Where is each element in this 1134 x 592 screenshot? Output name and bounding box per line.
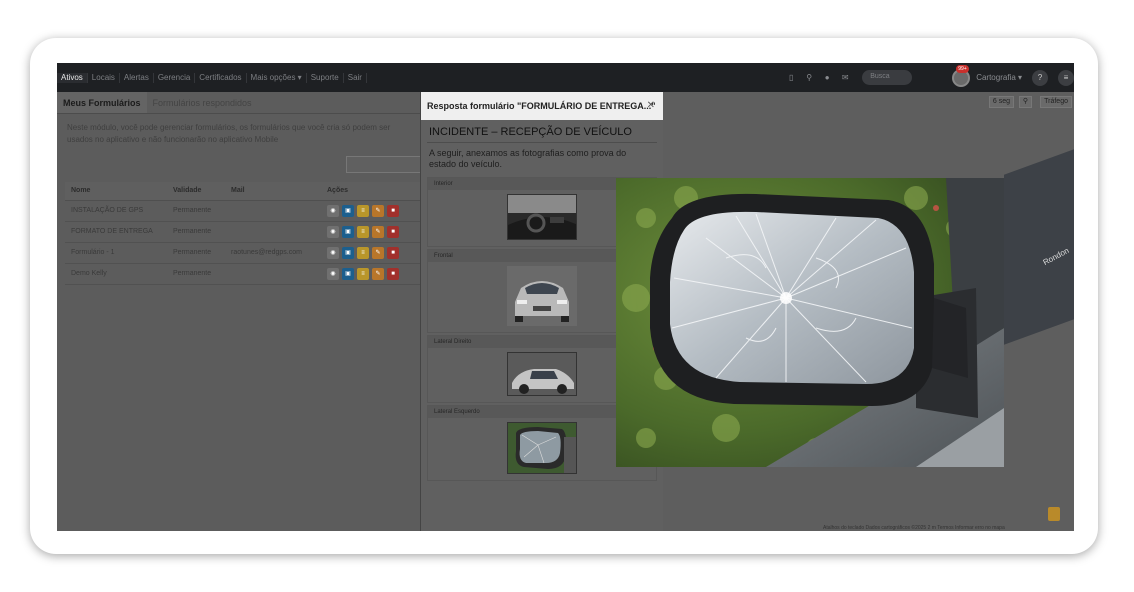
row-mail — [225, 200, 321, 222]
edit-button[interactable]: ✎ — [372, 225, 384, 238]
photo-frontal[interactable] — [507, 266, 577, 326]
close-icon[interactable]: ✕ — [647, 100, 655, 111]
row-name: Formulário - 1 — [65, 242, 167, 264]
table-row[interactable]: Demo Kelly Permanente ◉ ▣ ≡ ✎ ■ — [65, 263, 421, 285]
table-row[interactable]: FORMATO DE ENTREGA Permanente ◉ ▣ ≡ ✎ ■ — [65, 221, 421, 243]
enlarged-photo-broken-mirror[interactable] — [616, 178, 1004, 467]
copy-button[interactable]: ▣ — [342, 225, 354, 238]
avatar[interactable]: 99+ — [952, 64, 971, 87]
edit-button[interactable]: ✎ — [372, 204, 384, 217]
tabs: Meus Formulários Formulários respondidos — [57, 92, 421, 114]
row-name: INSTALAÇÃO DE GPS — [65, 200, 167, 222]
row-validity: Permanente — [167, 200, 225, 222]
row-mail — [225, 221, 321, 243]
lock-icon[interactable]: ● — [820, 73, 834, 82]
list-button[interactable]: ≡ — [357, 267, 369, 280]
search-input[interactable]: Busca — [862, 70, 913, 85]
row-actions: ◉ ▣ ≡ ✎ ■ — [327, 204, 421, 217]
view-button[interactable]: ◉ — [327, 267, 339, 280]
forms-panel: Meus Formulários Formulários respondidos… — [57, 92, 426, 531]
menu-icon[interactable]: ≡ — [1058, 69, 1074, 86]
photo-lateral-esquerdo[interactable] — [507, 422, 577, 474]
header-validade[interactable]: Validade — [167, 182, 225, 201]
map-footer: Atalhos do teclado Dados cartográficos ©… — [823, 525, 1005, 531]
tab-answered-forms[interactable]: Formulários respondidos — [147, 92, 258, 113]
search-icon[interactable]: ⚲ — [802, 73, 816, 82]
delete-button[interactable]: ■ — [387, 246, 399, 259]
photo-lateral-direito[interactable] — [507, 352, 577, 396]
row-name: FORMATO DE ENTREGA — [65, 221, 167, 243]
nav-sair[interactable]: Sair — [344, 72, 367, 83]
copy-button[interactable]: ▣ — [342, 204, 354, 217]
row-actions: ◉ ▣ ≡ ✎ ■ — [327, 246, 421, 259]
nav-alertas[interactable]: Alertas — [120, 72, 154, 83]
table-row[interactable]: INSTALAÇÃO DE GPS Permanente ◉ ▣ ≡ ✎ ■ — [65, 200, 421, 222]
top-nav-right: ▯ ⚲ ● ✉ Busca 99+ Cartografia ▾ ? ≡ — [782, 63, 1074, 92]
copy-button[interactable]: ▣ — [342, 267, 354, 280]
filter-input[interactable] — [346, 156, 426, 173]
header-acoes: Ações — [321, 182, 421, 201]
refresh-interval-button[interactable]: 6 seg — [988, 96, 1014, 108]
list-button[interactable]: ≡ — [357, 204, 369, 217]
copy-button[interactable]: ▣ — [342, 246, 354, 259]
tab-my-forms[interactable]: Meus Formulários — [57, 92, 147, 113]
table-row[interactable]: Formulário - 1 Permanente raotunes@redgp… — [65, 242, 421, 264]
view-button[interactable]: ◉ — [327, 246, 339, 259]
delete-button[interactable]: ■ — [387, 225, 399, 238]
header-nome[interactable]: Nome — [65, 182, 167, 201]
photo-interior[interactable] — [507, 194, 577, 240]
location-pin-icon[interactable]: ⚲ — [1018, 96, 1032, 108]
modal-title: Resposta formulário "FORMULÁRIO DE ENTRE… — [427, 101, 656, 111]
notification-badge: 99+ — [956, 64, 969, 73]
traffic-button[interactable]: Tráfego — [1040, 96, 1072, 108]
delete-button[interactable]: ■ — [387, 267, 399, 280]
module-description: Neste módulo, você pode gerenciar formul… — [67, 123, 391, 144]
edit-button[interactable]: ✎ — [372, 246, 384, 259]
top-nav: Ativos Locais Alertas Gerencia Certifica… — [57, 63, 1074, 92]
row-mail — [225, 263, 321, 285]
view-button[interactable]: ◉ — [327, 225, 339, 238]
nav-mais-opcoes[interactable]: Mais opções ▾ — [247, 72, 307, 83]
row-validity: Permanente — [167, 263, 225, 285]
edit-button[interactable]: ✎ — [372, 267, 384, 280]
header-mail[interactable]: Mail — [225, 182, 321, 201]
nav-gerencia[interactable]: Gerencia — [154, 72, 196, 83]
delete-button[interactable]: ■ — [387, 204, 399, 217]
nav-locais[interactable]: Locais — [88, 72, 120, 83]
nav-suporte[interactable]: Suporte — [307, 72, 344, 83]
cartography-menu[interactable]: Cartografia ▾ — [976, 73, 1022, 82]
modal-header: Resposta formulário "FORMULÁRIO DE ENTRE… — [421, 92, 663, 120]
forms-table: Nome Validade Mail Ações INSTALAÇÃO DE G… — [65, 182, 421, 285]
incident-title: INCIDENTE – RECEPÇÃO DE VEÍCULO — [427, 122, 657, 143]
row-actions: ◉ ▣ ≡ ✎ ■ — [327, 225, 421, 238]
row-name: Demo Kelly — [65, 263, 167, 285]
list-button[interactable]: ≡ — [357, 246, 369, 259]
mobile-icon[interactable]: ▯ — [784, 73, 798, 82]
row-mail: raotunes@redgps.com — [225, 242, 321, 264]
row-validity: Permanente — [167, 221, 225, 243]
row-actions: ◉ ▣ ≡ ✎ ■ — [327, 267, 421, 280]
view-button[interactable]: ◉ — [327, 204, 339, 217]
table-header-row: Nome Validade Mail Ações — [65, 182, 421, 201]
help-icon[interactable]: ? — [1032, 69, 1048, 86]
incident-description: A seguir, anexamos as fotografias como p… — [429, 148, 627, 169]
street-view-pegman-icon[interactable] — [1048, 507, 1060, 521]
nav-certificados[interactable]: Certificados — [195, 72, 247, 83]
list-button[interactable]: ≡ — [357, 225, 369, 238]
row-validity: Permanente — [167, 242, 225, 264]
mail-icon[interactable]: ✉ — [838, 73, 852, 82]
nav-ativos[interactable]: Ativos — [57, 72, 88, 83]
